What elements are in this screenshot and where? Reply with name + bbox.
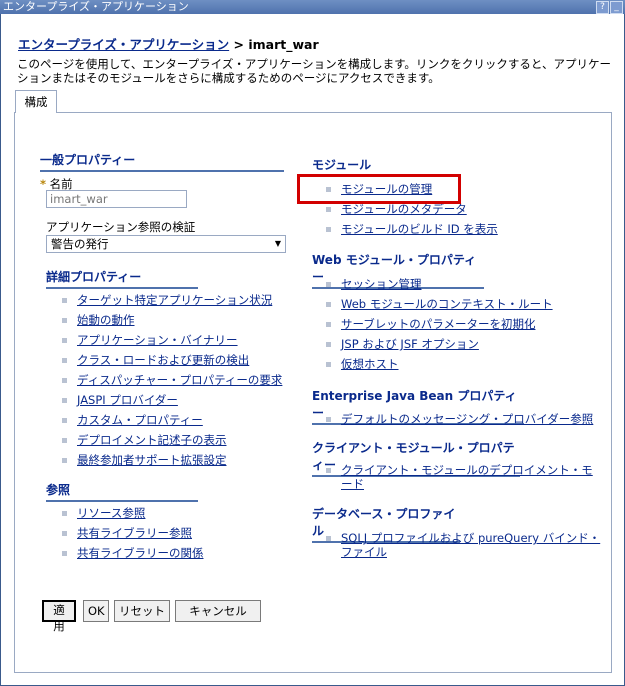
references-item-link[interactable]: 共有ライブラリー参照 — [77, 526, 192, 540]
bullet-icon — [326, 207, 331, 212]
list-item: 共有ライブラリー参照 — [62, 523, 204, 543]
detail-item-link[interactable]: ターゲット特定アプリケーション状況 — [77, 293, 272, 307]
bullet-icon — [326, 536, 331, 541]
window-title: エンタープライズ・アプリケーション — [3, 0, 189, 13]
web-item-link[interactable]: 仮想ホスト — [341, 357, 399, 371]
general-properties-title: 一般プロパティー — [40, 153, 136, 167]
list-item: カスタム・プロパティー — [62, 410, 282, 430]
highlight-box — [297, 174, 461, 204]
list-item: 最終参加者サポート拡張設定 — [62, 450, 282, 470]
page-description: このページを使用して、エンタープライズ・アプリケーションを構成します。リンクをク… — [17, 57, 611, 85]
list-item: ターゲット特定アプリケーション状況 — [62, 290, 282, 310]
references-item-link[interactable]: 共有ライブラリーの関係 — [77, 546, 204, 560]
modules-heading: モジュール — [312, 156, 382, 173]
cancel-button[interactable]: キャンセル — [175, 600, 261, 622]
web-item-link[interactable]: Web モジュールのコンテキスト・ルート — [341, 297, 553, 311]
detail-item-link[interactable]: 始動の動作 — [77, 313, 135, 327]
bullet-icon — [326, 417, 331, 422]
bullet-icon — [62, 338, 67, 343]
detail-item-link[interactable]: デプロイメント記述子の表示 — [77, 433, 227, 447]
breadcrumb-current: imart_war — [248, 37, 319, 52]
dropdown-arrow-icon[interactable]: ▼ — [275, 236, 281, 252]
list-item: リソース参照 — [62, 503, 204, 523]
ok-button[interactable]: OK — [83, 600, 109, 622]
name-label-text: 名前 — [49, 177, 73, 191]
required-icon: * — [40, 177, 47, 191]
web-module-list: セッション管理 Web モジュールのコンテキスト・ルート サーブレットのパラメーター… — [326, 274, 553, 374]
bullet-icon — [62, 458, 67, 463]
title-bar: エンタープライズ・アプリケーション ? _ — [0, 0, 625, 14]
list-item: 仮想ホスト — [326, 354, 553, 374]
validation-select[interactable]: 警告の発行 ▼ — [46, 235, 286, 253]
bullet-icon — [62, 531, 67, 536]
list-item: 始動の動作 — [62, 310, 282, 330]
bullet-icon — [62, 298, 67, 303]
list-item: アプリケーション・バイナリー — [62, 330, 282, 350]
web-item-link[interactable]: JSP および JSF オプション — [341, 337, 479, 351]
help-icon[interactable]: ? — [596, 1, 609, 14]
detail-properties-title: 詳細プロパティー — [46, 270, 142, 284]
name-field[interactable]: imart_war — [46, 190, 187, 208]
bullet-icon — [62, 398, 67, 403]
bullet-icon — [326, 227, 331, 232]
list-item: デプロイメント記述子の表示 — [62, 430, 282, 450]
bullet-icon — [326, 342, 331, 347]
list-item: JASPI プロバイダー — [62, 390, 282, 410]
list-item: Web モジュールのコンテキスト・ルート — [326, 294, 553, 314]
detail-item-link[interactable]: JASPI プロバイダー — [77, 393, 178, 407]
ejb-item-link[interactable]: デフォルトのメッセージング・プロバイダー参照 — [341, 412, 593, 426]
breadcrumb-link[interactable]: エンタープライズ・アプリケーション — [18, 37, 229, 52]
references-list: リソース参照共有ライブラリー参照 共有ライブラリーの関係 — [62, 503, 204, 563]
bullet-icon — [62, 418, 67, 423]
references-heading: 参照 — [46, 481, 198, 502]
detail-properties-heading: 詳細プロパティー — [46, 268, 198, 289]
breadcrumb: エンタープライズ・アプリケーション > imart_war — [18, 34, 319, 53]
bullet-icon — [62, 551, 67, 556]
bullet-icon — [326, 282, 331, 287]
bullet-icon — [62, 358, 67, 363]
bullet-icon — [62, 511, 67, 516]
modules-item-link[interactable]: モジュールのビルド ID を表示 — [341, 222, 498, 236]
ejb-list: デフォルトのメッセージング・プロバイダー参照 — [326, 409, 593, 429]
list-item: クラス・ロードおよび更新の検出 — [62, 350, 282, 370]
reset-button[interactable]: リセット — [114, 600, 170, 622]
detail-properties-list: ターゲット特定アプリケーション状況 始動の動作アプリケーション・バイナリー クラス・… — [62, 290, 282, 470]
tab-configuration[interactable]: 構成 — [15, 90, 57, 113]
bullet-icon — [326, 468, 331, 473]
references-item-link[interactable]: リソース参照 — [77, 506, 145, 520]
web-item-link[interactable]: セッション管理 — [341, 277, 422, 291]
list-item: モジュールのビルド ID を表示 — [326, 219, 498, 239]
breadcrumb-separator: > — [233, 37, 244, 52]
validation-label: アプリケーション参照の検証 — [46, 220, 196, 234]
detail-item-link[interactable]: カスタム・プロパティー — [77, 413, 203, 427]
bullet-icon — [62, 378, 67, 383]
detail-item-link[interactable]: ディスパッチャー・プロパティーの要求 — [77, 373, 282, 387]
detail-item-link[interactable]: アプリケーション・バイナリー — [77, 333, 238, 347]
list-item: 共有ライブラリーの関係 — [62, 543, 204, 563]
web-item-link[interactable]: サーブレットのパラメーターを初期化 — [341, 317, 535, 331]
modules-item-link[interactable]: モジュールのメタデータ — [341, 202, 467, 216]
apply-button[interactable]: 適用 — [42, 600, 76, 633]
db-item-link[interactable]: SQLJ プロファイルおよび pureQuery バインド・ファイル — [341, 531, 600, 559]
client-item-link[interactable]: クライアント・モジュールのデプロイメント・モード — [341, 463, 593, 491]
bullet-icon — [326, 302, 331, 307]
bullet-icon — [62, 438, 67, 443]
list-item: JSP および JSF オプション — [326, 334, 553, 354]
list-item: セッション管理 — [326, 274, 553, 294]
list-item: サーブレットのパラメーターを初期化 — [326, 314, 553, 334]
list-item: SQLJ プロファイルおよび pureQuery バインド・ファイル — [326, 531, 601, 559]
modules-title: モジュール — [312, 158, 372, 172]
general-properties-heading: 一般プロパティー — [40, 151, 284, 172]
validation-select-value: 警告の発行 — [51, 237, 109, 251]
bullet-icon — [326, 362, 331, 367]
list-item: クライアント・モジュールのデプロイメント・モード — [326, 463, 601, 491]
list-item: ディスパッチャー・プロパティーの要求 — [62, 370, 282, 390]
bullet-icon — [326, 322, 331, 327]
bullet-icon — [62, 318, 67, 323]
detail-item-link[interactable]: 最終参加者サポート拡張設定 — [77, 453, 227, 467]
detail-item-link[interactable]: クラス・ロードおよび更新の検出 — [77, 353, 249, 367]
list-item: デフォルトのメッセージング・プロバイダー参照 — [326, 409, 593, 429]
references-title: 参照 — [46, 483, 71, 497]
minimize-icon[interactable]: _ — [610, 1, 623, 14]
